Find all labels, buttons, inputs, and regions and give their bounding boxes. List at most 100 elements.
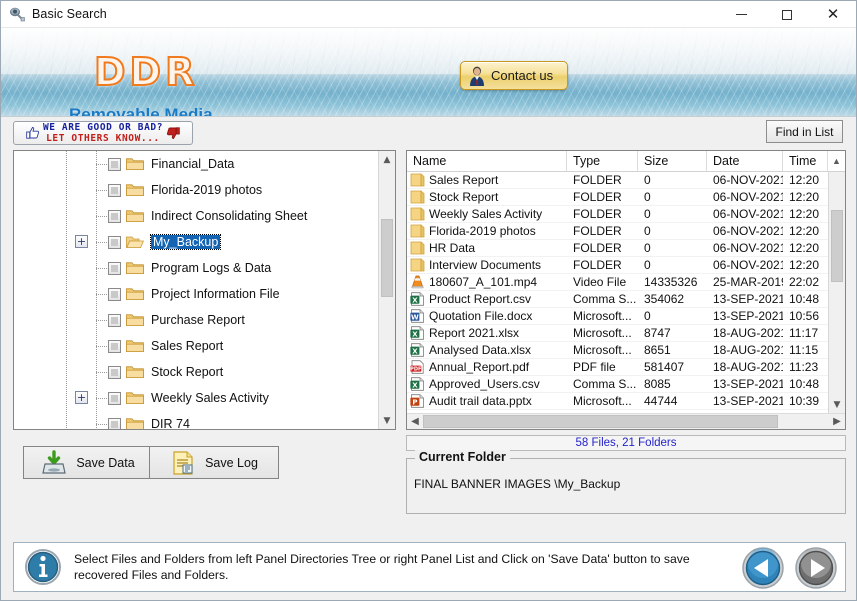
folder-icon <box>126 261 144 275</box>
file-time: 11:23 <box>789 360 819 374</box>
file-list-row[interactable]: W Quotation File.docx Microsoft... 0 13-SEP-… <box>407 308 845 325</box>
file-type: Video File <box>573 275 627 289</box>
status-bar: Select Files and Folders from left Panel… <box>13 542 846 592</box>
file-list-row[interactable]: 180607_A_101.mp4 Video File 14335326 25-MAR… <box>407 274 845 291</box>
tree-item-checkbox[interactable] <box>108 391 121 405</box>
folder-icon <box>410 258 425 272</box>
folder-icon <box>126 183 144 197</box>
chevron-down-icon[interactable]: ▼ <box>379 412 395 429</box>
file-list-row[interactable]: Stock Report FOLDER 0 06-NOV-2021 12:20 <box>407 189 845 206</box>
back-arrow-icon[interactable] <box>741 546 785 590</box>
tree-item-dir-74[interactable]: DIR 74 <box>14 411 395 429</box>
tree-item-checkbox[interactable] <box>108 287 121 301</box>
file-list-row[interactable]: Weekly Sales Activity FOLDER 0 06-NOV-2021 1… <box>407 206 845 223</box>
file-count-strip: 58 Files, 21 Folders <box>406 435 846 451</box>
tree-item-label: Purchase Report <box>151 313 245 327</box>
column-header-date[interactable]: Date <box>707 151 783 171</box>
minimize-button[interactable] <box>718 1 764 28</box>
file-size: 0 <box>644 258 651 272</box>
find-in-list-label: Find in List <box>775 124 834 139</box>
file-type: PDF file <box>573 360 616 374</box>
chevron-up-icon[interactable]: ▲ <box>379 151 395 168</box>
find-in-list-button[interactable]: Find in List <box>766 120 843 143</box>
ddr-logo: DDR <box>93 50 199 94</box>
maximize-button[interactable] <box>764 1 810 28</box>
column-header-size[interactable]: Size <box>638 151 707 171</box>
chevron-left-icon[interactable]: ◀ <box>407 414 423 430</box>
rate-us-banner[interactable]: WE ARE GOOD OR BAD? LET OTHERS KNOW... <box>13 121 193 145</box>
tree-item-checkbox[interactable] <box>108 183 121 197</box>
file-list-horizontal-scrollbar[interactable]: ◀ ▶ <box>407 413 845 429</box>
file-name: Interview Documents <box>429 258 542 272</box>
file-time: 12:20 <box>789 241 820 255</box>
directory-tree-panel[interactable]: Financial_Data Florida-2019 photos Indirec… <box>13 150 396 430</box>
tree-item-checkbox[interactable] <box>108 261 121 275</box>
column-header-name[interactable]: Name <box>407 151 567 171</box>
save-log-button[interactable]: Save Log <box>149 446 279 479</box>
tree-item-checkbox[interactable] <box>108 157 121 171</box>
tree-item-checkbox[interactable] <box>108 235 121 249</box>
tree-item-checkbox[interactable] <box>108 365 121 379</box>
tree-item-label: Indirect Consolidating Sheet <box>151 209 308 223</box>
action-buttons: Save Data Save Log <box>13 438 396 498</box>
tree-item-checkbox[interactable] <box>108 417 121 429</box>
tree-item-project-information-file[interactable]: Project Information File <box>14 281 395 307</box>
tree-item-florida-2019-photos[interactable]: Florida-2019 photos <box>14 177 395 203</box>
file-time: 12:20 <box>789 224 820 238</box>
file-date: 25-MAR-2019 <box>713 275 783 289</box>
file-size: 0 <box>644 207 651 221</box>
tree-item-checkbox[interactable] <box>108 339 121 353</box>
tree-elbow <box>96 398 108 399</box>
close-button[interactable]: ✕ <box>810 1 856 28</box>
tree-item-checkbox[interactable] <box>108 313 121 327</box>
file-list-row[interactable]: Florida-2019 photos FOLDER 0 06-NOV-2021 12:… <box>407 223 845 240</box>
column-header-type[interactable]: Type <box>567 151 638 171</box>
tree-item-weekly-sales-activity[interactable]: + Weekly Sales Activity <box>14 385 395 411</box>
close-icon: ✕ <box>826 5 840 23</box>
chevron-down-icon[interactable]: ▼ <box>829 396 845 413</box>
expand-toggle-icon[interactable]: + <box>75 235 88 248</box>
contact-us-button[interactable]: Contact us <box>460 61 568 90</box>
file-list-row[interactable]: X Approved_Users.csv Comma S... 8085 13-SEP-… <box>407 376 845 393</box>
file-list-row[interactable]: P Audit trail data.pptx Microsoft... 44744 1… <box>407 393 845 410</box>
folder-icon <box>126 209 144 223</box>
contact-us-label: Contact us <box>491 68 554 83</box>
tree-item-purchase-report[interactable]: Purchase Report <box>14 307 395 333</box>
file-list-row[interactable]: HR Data FOLDER 0 06-NOV-2021 12:20 <box>407 240 845 257</box>
file-list-row[interactable]: X Analysed Data.xlsx Microsoft... 8651 18-AU… <box>407 342 845 359</box>
title-bar: Basic Search ✕ <box>1 1 856 28</box>
file-count-label: 58 Files, 21 Folders <box>575 437 677 449</box>
tree-item-my-backup[interactable]: + My_Backup <box>14 229 395 255</box>
expand-toggle-icon[interactable]: + <box>75 391 88 404</box>
chevron-up-icon[interactable]: ▲ <box>828 151 845 171</box>
word-doc-icon: W <box>410 309 425 323</box>
tree-elbow <box>96 294 108 295</box>
file-list-vertical-scrollbar[interactable]: ▼ <box>828 172 845 413</box>
tree-vertical-scrollbar[interactable]: ▲ ▼ <box>378 151 395 429</box>
file-type: Microsoft... <box>573 343 632 357</box>
file-list-row[interactable]: X Product Report.csv Comma S... 354062 13-SE… <box>407 291 845 308</box>
file-list-panel[interactable]: Name Type Size Date Time ▲ Sales Report F… <box>406 150 846 430</box>
save-data-button[interactable]: Save Data <box>23 446 153 479</box>
log-document-icon <box>170 450 196 476</box>
chevron-right-icon[interactable]: ▶ <box>829 414 845 430</box>
file-list-row[interactable]: Interview Documents FOLDER 0 06-NOV-2021 12:… <box>407 257 845 274</box>
tree-item-indirect-consolidating-sheet[interactable]: Indirect Consolidating Sheet <box>14 203 395 229</box>
next-arrow-icon[interactable] <box>794 546 838 590</box>
column-header-time[interactable]: Time <box>783 151 828 171</box>
tree-item-stock-report[interactable]: Stock Report <box>14 359 395 385</box>
file-type: Comma S... <box>573 377 637 391</box>
file-scroll-thumb[interactable] <box>831 210 843 282</box>
tree-item-program-logs-data[interactable]: Program Logs & Data <box>14 255 395 281</box>
file-name: Weekly Sales Activity <box>429 207 543 221</box>
tree-item-sales-report[interactable]: Sales Report <box>14 333 395 359</box>
file-list-row[interactable]: X Report 2021.xlsx Microsoft... 8747 18-AUG-… <box>407 325 845 342</box>
tree-item-checkbox[interactable] <box>108 209 121 223</box>
file-list-row[interactable]: PDF Annual_Report.pdf PDF file 581407 18-AUG… <box>407 359 845 376</box>
file-list-row[interactable]: Sales Report FOLDER 0 06-NOV-2021 12:20 <box>407 172 845 189</box>
tree-scroll-thumb[interactable] <box>381 219 393 297</box>
svg-text:P: P <box>412 398 417 406</box>
hscroll-thumb[interactable] <box>423 415 778 428</box>
tree-item-financial-data[interactable]: Financial_Data <box>14 151 395 177</box>
folder-icon <box>126 417 144 429</box>
